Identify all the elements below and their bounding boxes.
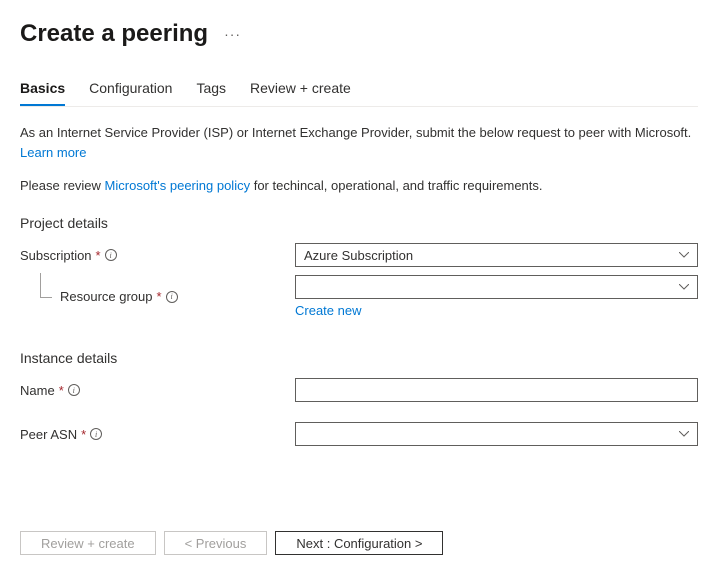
info-icon[interactable]: i [105,249,117,261]
policy-text: Please review Microsoft's peering policy… [20,176,698,196]
previous-button: < Previous [164,531,268,555]
required-indicator: * [81,427,86,442]
resource-group-label: Resource group [60,289,153,304]
chevron-down-icon [679,252,689,258]
intro-text: As an Internet Service Provider (ISP) or… [20,123,698,143]
subscription-value: Azure Subscription [304,248,413,263]
resource-group-label-col: Resource group * i [20,289,295,304]
chevron-down-icon [679,284,689,290]
subscription-label-col: Subscription * i [20,248,295,263]
info-icon[interactable]: i [68,384,80,396]
more-icon[interactable]: ··· [224,26,241,42]
subscription-select[interactable]: Azure Subscription [295,243,698,267]
page-title: Create a peering [20,20,208,48]
peer-asn-row: Peer ASN * i [20,422,698,446]
learn-more-link[interactable]: Learn more [20,145,86,160]
required-indicator: * [157,289,162,304]
peer-asn-label: Peer ASN [20,427,77,442]
name-input[interactable] [295,378,698,402]
footer-bar: Review + create < Previous Next : Config… [20,531,443,555]
peer-asn-label-col: Peer ASN * i [20,427,295,442]
page-header: Create a peering ··· [20,20,698,48]
name-label-col: Name * i [20,383,295,398]
policy-prefix: Please review [20,178,105,193]
name-label: Name [20,383,55,398]
review-create-button: Review + create [20,531,156,555]
subscription-control-col: Azure Subscription [295,243,698,267]
create-new-link[interactable]: Create new [295,303,361,318]
name-row: Name * i [20,378,698,402]
resource-group-select[interactable] [295,275,698,299]
info-icon[interactable]: i [90,428,102,440]
subscription-row: Subscription * i Azure Subscription [20,243,698,267]
info-icon[interactable]: i [166,291,178,303]
required-indicator: * [96,248,101,263]
instance-details-heading: Instance details [20,350,698,366]
name-control-col [295,378,698,402]
resource-group-control-col: Create new [295,275,698,318]
tab-configuration[interactable]: Configuration [89,72,172,106]
subscription-label: Subscription [20,248,92,263]
tab-tags[interactable]: Tags [196,72,226,106]
tabs-bar: Basics Configuration Tags Review + creat… [20,72,698,107]
project-details-heading: Project details [20,215,698,231]
required-indicator: * [59,383,64,398]
peer-asn-select[interactable] [295,422,698,446]
policy-suffix: for techincal, operational, and traffic … [250,178,542,193]
tab-review[interactable]: Review + create [250,72,351,106]
next-button[interactable]: Next : Configuration > [275,531,443,555]
chevron-down-icon [679,431,689,437]
peer-asn-control-col [295,422,698,446]
peering-policy-link[interactable]: Microsoft's peering policy [105,178,251,193]
resource-group-row: Resource group * i Create new [20,275,698,318]
tab-basics[interactable]: Basics [20,72,65,106]
